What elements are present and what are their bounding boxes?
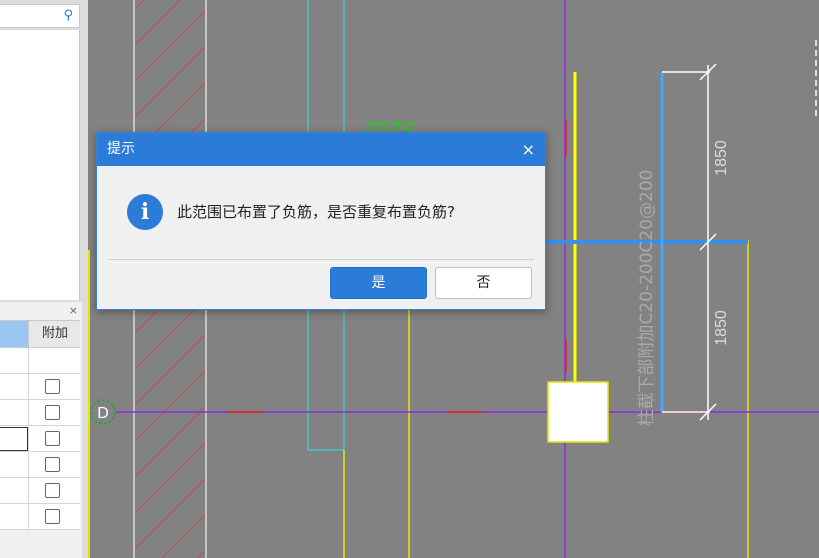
dialog-divider	[109, 259, 534, 260]
axis-label: D	[97, 405, 109, 422]
attach-checkbox[interactable]	[45, 431, 60, 446]
close-icon[interactable]: ×	[522, 133, 535, 166]
rebar-label: 柱截下部附加C20-200C20@200	[637, 169, 657, 426]
yes-button[interactable]: 是	[330, 267, 427, 299]
no-button[interactable]: 否	[435, 267, 532, 299]
attach-checkbox[interactable]	[45, 509, 60, 524]
table-row[interactable]	[0, 504, 80, 530]
component-tree[interactable]	[0, 30, 80, 300]
table-row[interactable]	[0, 400, 80, 426]
info-icon: i	[127, 194, 163, 230]
column-box[interactable]	[547, 381, 609, 443]
dimension-text: 1850	[713, 140, 730, 176]
table-header: 附加	[0, 320, 80, 348]
properties-panel: × 附加	[0, 302, 82, 558]
table-header-selected-cell	[0, 321, 28, 347]
search-icon[interactable]: ⚲	[63, 8, 73, 24]
dialog-message: 此范围已布置了负筋，是否重复布置负筋?	[177, 203, 455, 221]
selected-cell[interactable]	[0, 427, 28, 451]
table-row[interactable]	[0, 478, 80, 504]
dialog-titlebar[interactable]: 提示 ×	[97, 133, 545, 166]
attach-checkbox[interactable]	[45, 405, 60, 420]
dimension-text: 1850	[713, 310, 730, 346]
search-input[interactable]: ⚲	[0, 4, 80, 28]
dialog-title: 提示	[107, 141, 135, 157]
confirm-dialog: 提示 × i 此范围已布置了负筋，是否重复布置负筋? 是 否	[96, 132, 546, 310]
table-row[interactable]	[0, 452, 80, 478]
attach-checkbox[interactable]	[45, 457, 60, 472]
panel-close-icon[interactable]: ×	[69, 304, 78, 317]
table-row[interactable]	[0, 426, 80, 452]
table-row[interactable]	[0, 374, 80, 400]
table-row[interactable]	[0, 348, 80, 374]
attach-checkbox[interactable]	[45, 379, 60, 394]
attach-checkbox[interactable]	[45, 483, 60, 498]
column-header-attach: 附加	[28, 321, 81, 347]
